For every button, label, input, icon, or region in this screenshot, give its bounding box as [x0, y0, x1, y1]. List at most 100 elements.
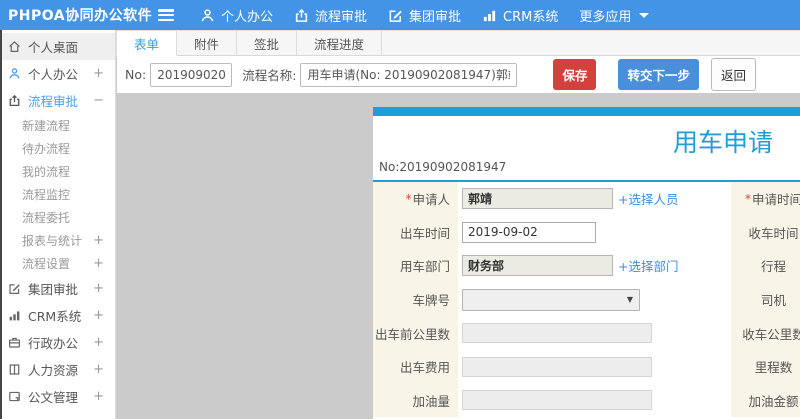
- sidebar-item-workflow-approval[interactable]: 流程审批 −: [2, 87, 115, 114]
- label-text: 出车前公里数: [374, 326, 450, 342]
- nav-crm-system[interactable]: CRM系统: [482, 6, 558, 25]
- field-cell: +选择部门: [458, 249, 731, 283]
- expand-plus-icon[interactable]: +: [93, 308, 104, 323]
- caret-down-icon: [639, 12, 650, 18]
- vehicle-request-form: 用车申请 No:20190902081947 *申请人 +选择人员 *申请时间 …: [373, 107, 800, 419]
- label-text: 申请时间: [751, 192, 800, 208]
- sidebar-subitem-workflow-delegate[interactable]: 流程委托: [2, 206, 115, 229]
- nav-workflow-approval[interactable]: 流程审批: [294, 6, 367, 25]
- tab-form[interactable]: 表单: [116, 31, 178, 56]
- back-button[interactable]: 返回: [710, 58, 756, 91]
- sidebar: 个人桌面 个人办公 + 流程审批 − 新建流程 待办流程 我的流程 流程监控 流…: [0, 30, 116, 419]
- save-button[interactable]: 保存: [553, 59, 597, 90]
- department-input: [462, 255, 613, 277]
- expand-plus-icon[interactable]: +: [93, 362, 104, 377]
- form-row-start-mileage: 出车前公里数 收车公里数: [373, 316, 800, 350]
- sidebar-item-label: 流程审批: [28, 94, 79, 109]
- tab-bar: 表单 附件 签批 流程进度: [116, 30, 800, 56]
- nav-group-approval[interactable]: 集团审批: [388, 6, 461, 25]
- no-input[interactable]: [150, 62, 233, 87]
- menu-toggle-icon[interactable]: [158, 9, 174, 21]
- field-label: * 申请时间: [731, 182, 800, 216]
- sidebar-subitem-workflow-monitor[interactable]: 流程监控: [2, 183, 115, 206]
- expand-plus-icon[interactable]: +: [93, 256, 104, 271]
- sidebar-subitem-pending-workflow[interactable]: 待办流程: [2, 137, 115, 160]
- expand-plus-icon[interactable]: +: [93, 281, 104, 296]
- workspace: 用车申请 No:20190902081947 *申请人 +选择人员 *申请时间 …: [117, 93, 800, 419]
- form-row-license-plate: 车牌号 ▼ 司机: [373, 282, 800, 317]
- sidebar-item-personal-desktop[interactable]: 个人桌面: [2, 33, 115, 60]
- caret-down-icon: ▼: [626, 295, 633, 305]
- nav-more-apps[interactable]: 更多应用: [579, 6, 650, 25]
- field-cell: +选择人员: [458, 182, 731, 216]
- label-text: 出车费用: [399, 360, 450, 376]
- sidebar-item-label: 行政办公: [28, 336, 79, 351]
- edit-icon: [388, 8, 403, 23]
- label-text: 收车公里数: [742, 326, 800, 342]
- select-person-link[interactable]: +选择人员: [618, 189, 678, 208]
- sidebar-item-document-management[interactable]: 公文管理 +: [2, 383, 115, 410]
- sidebar-subitem-my-workflow[interactable]: 我的流程: [2, 160, 115, 183]
- nav-label: CRM系统: [503, 9, 559, 25]
- expand-plus-icon[interactable]: +: [93, 66, 104, 81]
- sidebar-subitem-workflow-settings[interactable]: 流程设置 +: [2, 252, 115, 275]
- workflow-icon: [8, 94, 21, 107]
- label-text: 车牌号: [412, 293, 450, 309]
- select-department-link[interactable]: +选择部门: [618, 256, 678, 275]
- label-text: 出车时间: [399, 225, 450, 241]
- nav-label: 更多应用: [579, 9, 632, 25]
- collapse-minus-icon[interactable]: −: [93, 93, 104, 108]
- sidebar-item-label: 个人桌面: [28, 40, 79, 55]
- field-label: 收车时间: [731, 215, 800, 250]
- form-number: No:20190902081947: [379, 160, 507, 174]
- label-text: 司机: [760, 293, 786, 309]
- form-fields: *申请人 +选择人员 *申请时间 出车时间 收车时间 用车部门: [373, 182, 800, 418]
- expand-plus-icon[interactable]: +: [93, 233, 104, 248]
- license-plate-select[interactable]: ▼: [462, 288, 640, 311]
- tab-workflow-progress[interactable]: 流程进度: [297, 31, 383, 55]
- sidebar-item-group-approval[interactable]: 集团审批 +: [2, 275, 115, 302]
- briefcase-icon: [8, 336, 21, 349]
- sidebar-item-label: 我的流程: [22, 165, 71, 179]
- sidebar-item-label: 流程委托: [22, 211, 71, 225]
- workflow-name-input[interactable]: [300, 62, 518, 87]
- topbar: PHPOA协同办公软件 个人办公 流程审批 集团审批 CRM系统 更多应用: [0, 0, 800, 30]
- field-cell: [458, 216, 731, 250]
- tab-signoff[interactable]: 签批: [237, 31, 298, 55]
- app-logo[interactable]: PHPOA协同办公软件: [0, 5, 158, 25]
- required-asterisk: *: [744, 191, 751, 206]
- sidebar-item-human-resources[interactable]: 人力资源 +: [2, 356, 115, 383]
- sidebar-item-label: 人力资源: [28, 363, 79, 378]
- nav-personal-office[interactable]: 个人办公: [200, 6, 273, 25]
- field-label: 收车公里数: [731, 316, 800, 350]
- departure-date-input[interactable]: [462, 221, 596, 243]
- field-label: 加油量: [373, 383, 458, 418]
- form-header-bar: [373, 107, 800, 116]
- field-cell: [458, 383, 731, 417]
- sidebar-item-administration[interactable]: 行政办公 +: [2, 329, 115, 356]
- field-label: 司机: [731, 282, 800, 317]
- field-label: 里程数: [731, 349, 800, 384]
- label-text: 里程数: [754, 360, 793, 376]
- form-row-department: 用车部门 +选择部门 行程: [373, 249, 800, 283]
- start-mileage-input: [462, 323, 652, 344]
- sidebar-item-label: 公文管理: [28, 390, 79, 405]
- form-head: 用车申请 No:20190902081947: [373, 116, 800, 182]
- edit-icon: [8, 282, 21, 295]
- field-cell: ▼: [458, 283, 731, 317]
- field-label: * 申请人: [373, 182, 458, 216]
- tab-attachments[interactable]: 附件: [177, 31, 238, 55]
- sidebar-item-personal-office[interactable]: 个人办公 +: [2, 60, 115, 87]
- forward-next-step-button[interactable]: 转交下一步: [618, 59, 699, 90]
- sidebar-item-label: 新建流程: [22, 119, 71, 133]
- form-title: 用车申请: [672, 128, 773, 157]
- sidebar-subitem-new-workflow[interactable]: 新建流程: [2, 114, 115, 137]
- expand-plus-icon[interactable]: +: [93, 335, 104, 350]
- sidebar-item-crm-system[interactable]: CRM系统 +: [2, 302, 115, 329]
- content-area: 表单 附件 签批 流程进度 No: 流程名称: 保存 转交下一步 返回 用车申请…: [116, 30, 800, 419]
- sidebar-subitem-reports-statistics[interactable]: 报表与统计 +: [2, 229, 115, 252]
- expand-plus-icon[interactable]: +: [93, 389, 104, 404]
- label-text: 加油金额: [748, 393, 799, 409]
- fuel-amount-input: [462, 390, 652, 411]
- nav-label: 流程审批: [315, 9, 368, 25]
